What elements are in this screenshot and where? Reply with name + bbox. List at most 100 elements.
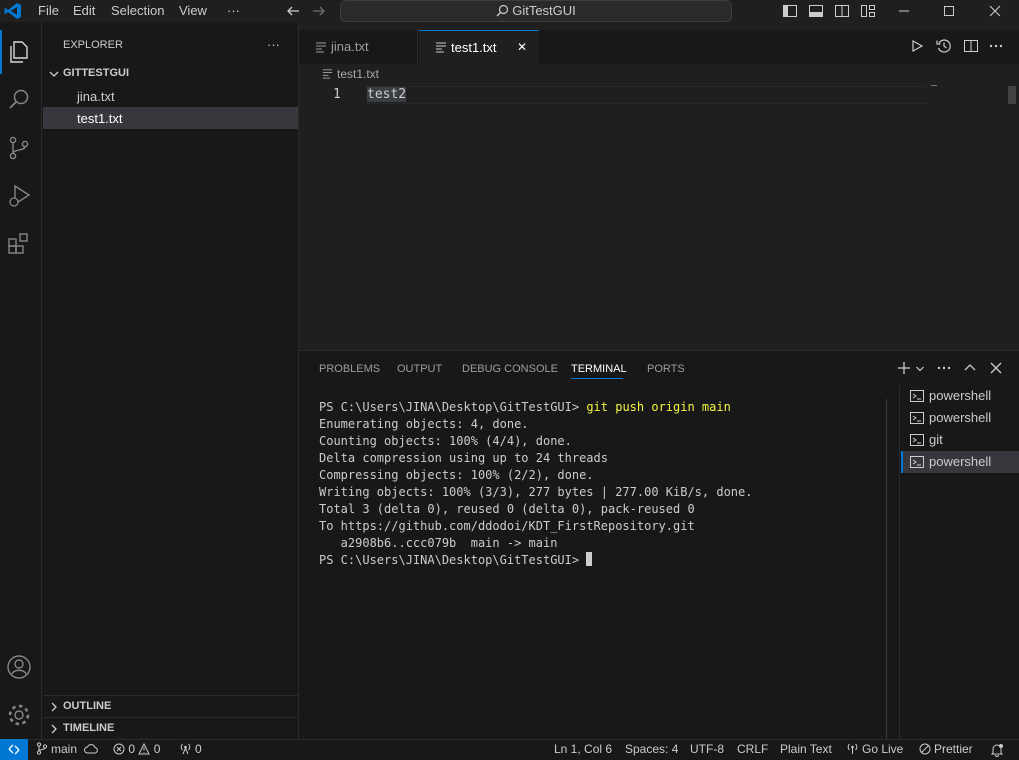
close-window-icon[interactable]	[987, 3, 1003, 19]
menu-view[interactable]: View	[179, 0, 207, 22]
folder-chevron-down-icon[interactable]	[48, 68, 60, 80]
terminal-cursor	[586, 552, 593, 566]
terminal-command-line: PS C:\Users\JINA\Desktop\GitTestGUI> git…	[319, 399, 731, 416]
outline-divider	[43, 695, 298, 696]
panel-tab-output[interactable]: OUTPUT	[397, 361, 442, 377]
search-icon	[496, 4, 509, 17]
tab-test1-txt[interactable]: test1.txt ✕	[419, 30, 539, 64]
back-arrow-icon[interactable]	[285, 3, 301, 19]
panel-tab-problems[interactable]: PROBLEMS	[319, 361, 380, 377]
terminal-output-line: Total 3 (delta 0), reused 0 (delta 0), p…	[319, 502, 695, 516]
warning-count: 0	[153, 742, 161, 756]
go-live-label: Go Live	[862, 742, 904, 756]
maximize-icon[interactable]	[941, 3, 957, 19]
maximize-panel-chevron-up-icon[interactable]	[963, 361, 977, 375]
terminal-list-label: powershell	[929, 454, 992, 469]
notifications-bell-icon[interactable]	[990, 743, 1004, 757]
problems-status[interactable]: 0 0	[113, 739, 160, 760]
breadcrumb-label: test1.txt	[337, 67, 380, 81]
branch-status[interactable]: main	[36, 739, 99, 760]
git-branch-icon	[36, 742, 48, 755]
editor-more-actions-icon[interactable]	[988, 38, 1004, 54]
go-live-status[interactable]: Go Live	[846, 739, 903, 760]
file-name-test1: test1.txt	[77, 111, 123, 126]
customize-layout-icon[interactable]	[860, 3, 876, 19]
vscode-logo-icon[interactable]	[4, 2, 22, 20]
command-center-label: GitTestGUI	[341, 1, 731, 21]
split-editor-icon[interactable]	[963, 38, 979, 54]
timeline-history-icon[interactable]	[936, 38, 952, 54]
workspace-folder-name[interactable]: GITTESTGUI	[63, 67, 129, 79]
toggle-secondary-sidebar-icon[interactable]	[834, 3, 850, 19]
outline-chevron-right-icon[interactable]	[48, 701, 60, 713]
breadcrumb[interactable]: test1.txt	[322, 67, 379, 81]
editor-scrollbar[interactable]	[1008, 86, 1016, 104]
source-control-icon[interactable]	[5, 134, 33, 162]
close-panel-icon[interactable]	[989, 361, 1003, 375]
cursor-position-status[interactable]: Ln 1, Col 6	[554, 739, 612, 760]
terminal-output-line: a2908b6..ccc079b main -> main	[319, 536, 558, 550]
menu-file[interactable]: File	[38, 0, 59, 22]
extensions-icon[interactable]	[5, 230, 33, 258]
terminal-list-item[interactable]: powershell	[905, 385, 1019, 407]
ports-count: 0	[195, 742, 202, 756]
menu-selection[interactable]: Selection	[111, 0, 164, 22]
terminal-output-line: To https://github.com/ddodoi/KDT_FirstRe…	[319, 519, 695, 533]
run-debug-icon[interactable]	[5, 182, 33, 210]
toggle-panel-icon[interactable]	[808, 3, 824, 19]
panel-more-actions-icon[interactable]	[936, 361, 952, 375]
terminal-list-label: powershell	[929, 410, 992, 425]
line-number: 1	[333, 87, 341, 102]
sync-cloud-icon[interactable]	[84, 743, 99, 755]
terminal-prompt: PS C:\Users\JINA\Desktop\GitTestGUI>	[319, 400, 580, 414]
code-line[interactable]: test2	[367, 87, 407, 102]
outline-section[interactable]: OUTLINE	[63, 700, 111, 712]
timeline-chevron-right-icon[interactable]	[48, 723, 60, 735]
prettier-icon	[919, 743, 931, 755]
file-name-jina: jina.txt	[77, 89, 115, 104]
forward-arrow-icon[interactable]	[311, 3, 327, 19]
prettier-status[interactable]: Prettier	[919, 739, 973, 760]
warning-icon	[138, 743, 151, 755]
terminal-scrollbar-track[interactable]	[886, 399, 900, 739]
terminal-list-divider	[899, 385, 900, 739]
file-lines-icon	[316, 42, 326, 53]
tab-label: jina.txt	[331, 39, 369, 54]
terminal-list-label: git	[929, 432, 943, 447]
menu-edit[interactable]: Edit	[73, 0, 95, 22]
indentation-status[interactable]: Spaces: 4	[625, 739, 678, 760]
terminal-list-label: powershell	[929, 388, 992, 403]
terminal-output-line: Enumerating objects: 4, done.	[319, 417, 529, 431]
terminal-final-prompt-line[interactable]: PS C:\Users\JINA\Desktop\GitTestGUI>	[319, 552, 593, 569]
panel-tab-debug-console[interactable]: DEBUG CONSOLE	[462, 361, 558, 377]
language-mode-status[interactable]: Plain Text	[780, 739, 832, 760]
timeline-section[interactable]: TIMELINE	[63, 722, 114, 734]
settings-gear-icon[interactable]	[5, 701, 33, 729]
explorer-icon[interactable]	[5, 38, 33, 66]
minimize-icon[interactable]	[896, 3, 912, 19]
branch-name: main	[51, 742, 78, 756]
tab-label: test1.txt	[451, 40, 497, 55]
tab-jina-txt[interactable]: jina.txt	[299, 30, 418, 64]
ports-status[interactable]: 0	[179, 739, 202, 760]
menu-more[interactable]: ···	[227, 0, 240, 22]
command-center-search[interactable]: GitTestGUI	[340, 0, 732, 22]
terminal-output-line: Delta compression using up to 24 threads	[319, 451, 608, 465]
panel-tab-ports[interactable]: PORTS	[647, 361, 685, 377]
panel-tab-terminal[interactable]: TERMINAL	[571, 361, 627, 377]
tab-close-icon[interactable]: ✕	[517, 31, 527, 64]
eol-status[interactable]: CRLF	[737, 739, 768, 760]
terminal-dropdown-chevron-icon[interactable]	[915, 364, 925, 374]
terminal-list-item[interactable]: powershell	[905, 407, 1019, 429]
terminal-list-item[interactable]: git	[905, 429, 1019, 451]
encoding-status[interactable]: UTF-8	[690, 739, 724, 760]
toggle-sidebar-icon[interactable]	[782, 3, 798, 19]
explorer-more-actions[interactable]: ···	[267, 37, 280, 52]
accounts-icon[interactable]	[5, 653, 33, 681]
sidebar-title: EXPLORER	[63, 39, 123, 51]
terminal-list-item-active[interactable]: powershell	[901, 451, 1019, 473]
new-terminal-plus-icon[interactable]	[897, 361, 911, 375]
remote-indicator[interactable]	[0, 739, 28, 760]
run-icon[interactable]	[910, 39, 924, 53]
search-icon[interactable]	[5, 86, 33, 114]
